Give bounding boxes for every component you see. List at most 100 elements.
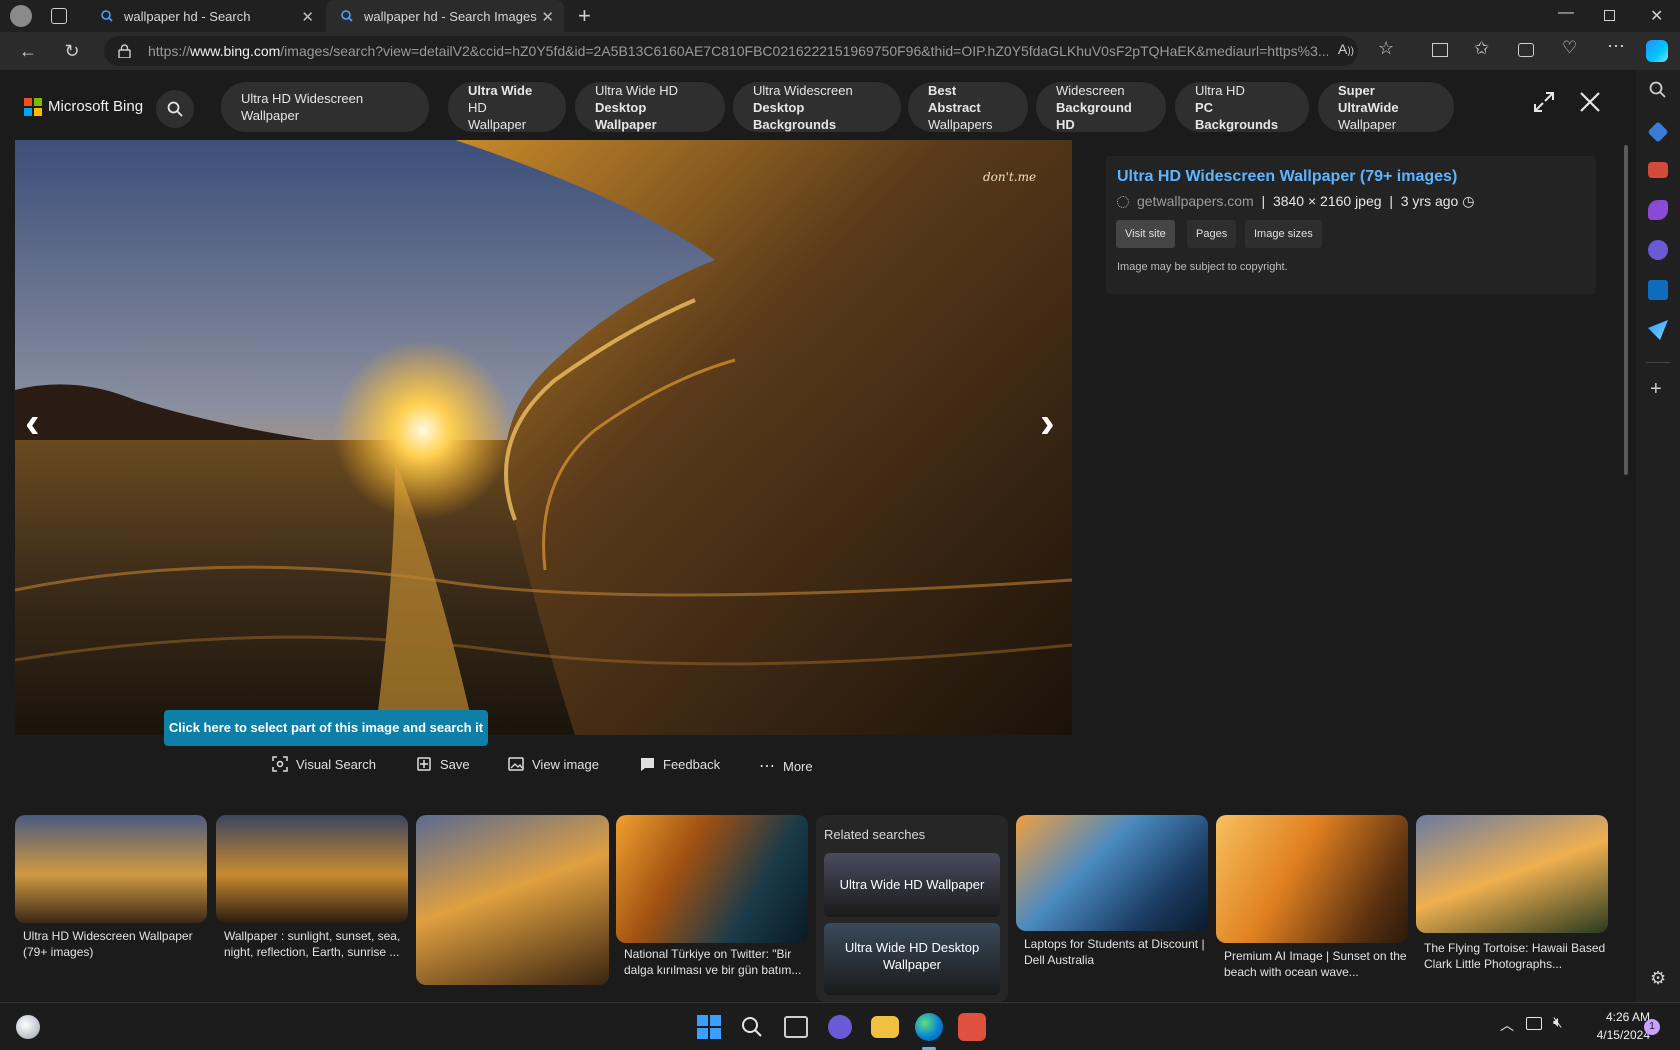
thumbnail-caption[interactable]: Ultra HD Widescreen Wallpaper (79+ image… [23, 928, 203, 960]
tab-search-images[interactable]: wallpaper hd - Search Images ✕ [326, 0, 564, 32]
store-icon[interactable] [958, 1013, 986, 1041]
collections-icon[interactable] [1518, 43, 1534, 57]
related-chip[interactable]: Ultra HD PC Backgrounds [1175, 82, 1309, 132]
notification-badge[interactable]: 1 [1644, 1019, 1660, 1035]
related-chip[interactable]: Ultra Widescreen Desktop Backgrounds [733, 82, 901, 132]
sidebar-search-icon[interactable] [1648, 80, 1668, 100]
related-chip[interactable]: Ultra Wide HD Wallpaper [448, 82, 566, 132]
read-aloud-icon[interactable]: A)) [1338, 41, 1354, 57]
page-scrollbar[interactable] [1624, 145, 1628, 475]
thumbnail-2[interactable] [216, 815, 408, 923]
games-icon[interactable] [1648, 200, 1668, 220]
thumbnail-caption[interactable]: Wallpaper : sunlight, sunset, sea, night… [224, 928, 408, 960]
volume-icon[interactable]: 🔇︎ [1553, 1014, 1562, 1031]
tools-icon[interactable] [1648, 162, 1668, 178]
copilot-sidebar-icon[interactable] [1648, 240, 1668, 260]
thumbnail-caption[interactable]: Premium AI Image | Sunset on the beach w… [1224, 948, 1408, 980]
pages-button[interactable]: Pages [1187, 220, 1237, 248]
add-sidebar-icon[interactable]: + [1650, 378, 1662, 401]
visual-search-tooltip[interactable]: Click here to select part of this image … [164, 710, 488, 746]
tab-title: wallpaper hd - Search Images [364, 8, 537, 24]
bing-header: Microsoft Bing Ultra HD Widescreen Wallp… [0, 70, 1636, 140]
close-viewer-icon[interactable] [1578, 90, 1602, 114]
new-tab-button[interactable]: + [578, 3, 591, 29]
thumbnail-6[interactable] [1216, 815, 1408, 943]
lock-icon[interactable] [118, 44, 131, 58]
microsoft-logo[interactable] [24, 98, 42, 116]
clock-time[interactable]: 4:26 AM [1592, 1010, 1650, 1024]
save-button[interactable]: Save [416, 756, 470, 772]
start-button[interactable] [697, 1015, 721, 1039]
expand-icon[interactable] [1532, 90, 1556, 114]
sidebar-settings-icon[interactable]: ⚙ [1650, 968, 1666, 989]
bing-search-favicon-icon [341, 10, 353, 22]
previous-image-icon[interactable]: ‹ [25, 398, 40, 448]
outlook-icon[interactable] [1648, 280, 1668, 300]
thumbnail-caption[interactable]: The Flying Tortoise: Hawaii Based Clark … [1424, 940, 1608, 972]
profile-avatar[interactable] [10, 5, 32, 27]
thumbnail-7[interactable] [1416, 815, 1608, 933]
network-icon[interactable] [1526, 1017, 1542, 1030]
tab-actions-icon[interactable] [51, 8, 67, 24]
related-chip[interactable]: Best Abstract Wallpapers [908, 82, 1028, 132]
related-chip[interactable]: Ultra HD Widescreen Wallpaper [221, 82, 429, 132]
shopping-tag-icon[interactable] [1647, 121, 1669, 143]
save-icon [417, 757, 431, 771]
thumbnail-1[interactable] [15, 815, 207, 923]
view-image-icon [508, 757, 524, 771]
teams-chat-icon[interactable] [828, 1015, 852, 1039]
url-field[interactable]: https://www.bing.com/images/search?view=… [104, 36, 1358, 66]
clock-date[interactable]: 4/15/2024 [1578, 1028, 1650, 1042]
close-tab-icon[interactable]: ✕ [301, 8, 314, 26]
visit-site-button[interactable]: Visit site [1116, 220, 1175, 248]
related-chip[interactable]: Super UltraWide Wallpaper [1318, 82, 1454, 132]
restore-button[interactable] [1604, 10, 1615, 21]
minimize-button[interactable]: — [1558, 4, 1574, 22]
main-image[interactable]: don't.me ‹ › [15, 140, 1072, 735]
task-view-icon[interactable] [784, 1016, 808, 1038]
tab-bar: wallpaper hd - Search ✕ wallpaper hd - S… [0, 0, 1680, 32]
brand-label[interactable]: Microsoft Bing [48, 98, 143, 115]
edge-browser-icon[interactable] [915, 1013, 943, 1041]
thumbnail-5[interactable] [1016, 815, 1208, 931]
related-chip[interactable]: Widescreen Background HD [1036, 82, 1166, 132]
back-button[interactable]: ← [18, 41, 38, 61]
window-close-button[interactable]: ✕ [1650, 6, 1663, 26]
image-sizes-button[interactable]: Image sizes [1245, 220, 1322, 248]
send-icon[interactable] [1648, 320, 1668, 340]
browser-essentials-icon[interactable]: ♡ [1562, 38, 1577, 58]
tab-search[interactable]: wallpaper hd - Search ✕ [86, 0, 324, 32]
search-icon[interactable] [156, 90, 194, 128]
refresh-button[interactable]: ↻ [62, 41, 82, 61]
copilot-icon[interactable] [1646, 40, 1668, 62]
view-image-button[interactable]: View image [508, 756, 599, 772]
image-title-link[interactable]: Ultra HD Widescreen Wallpaper (79+ image… [1117, 168, 1457, 186]
visual-search-button[interactable]: Visual Search [272, 756, 376, 772]
feedback-button[interactable]: Feedback [639, 756, 720, 772]
related-item[interactable]: Ultra Wide HD Desktop Wallpaper [824, 923, 1000, 995]
split-screen-icon[interactable] [1432, 43, 1448, 57]
favorites-icon[interactable]: ✩ [1474, 38, 1489, 59]
more-button[interactable]: ⋯ More [759, 756, 813, 776]
thumbnail-4[interactable] [616, 815, 808, 943]
file-explorer-icon[interactable] [871, 1016, 899, 1038]
show-hidden-icons[interactable]: ︿ [1500, 1015, 1514, 1035]
image-info-panel: Ultra HD Widescreen Wallpaper (79+ image… [1106, 156, 1596, 294]
close-tab-icon[interactable]: ✕ [541, 8, 554, 26]
thumbnail-caption[interactable]: Laptops for Students at Discount | Dell … [1024, 936, 1208, 968]
settings-more-icon[interactable]: ⋯ [1607, 36, 1625, 57]
weather-icon[interactable] [16, 1015, 40, 1039]
thumbnail-caption[interactable]: National Türkiye on Twitter: "Bir dalga … [624, 946, 808, 978]
image-watermark: don't.me [983, 170, 1037, 184]
thumbnail-3[interactable] [416, 815, 609, 985]
taskbar-search-icon[interactable] [741, 1016, 763, 1038]
favorite-star-icon[interactable]: ☆ [1378, 38, 1394, 59]
url-text: https://www.bing.com/images/search?view=… [148, 43, 1328, 59]
sidebar-divider [1646, 362, 1670, 363]
tab-title: wallpaper hd - Search [124, 8, 251, 24]
related-chip[interactable]: Ultra Wide HD Desktop Wallpaper [575, 82, 725, 132]
related-heading: Related searches [824, 827, 926, 842]
image-source[interactable]: getwallpapers.com | 3840 × 2160 jpeg | 3… [1137, 193, 1474, 210]
related-item[interactable]: Ultra Wide HD Wallpaper [824, 853, 1000, 917]
next-image-icon[interactable]: › [1040, 398, 1055, 448]
